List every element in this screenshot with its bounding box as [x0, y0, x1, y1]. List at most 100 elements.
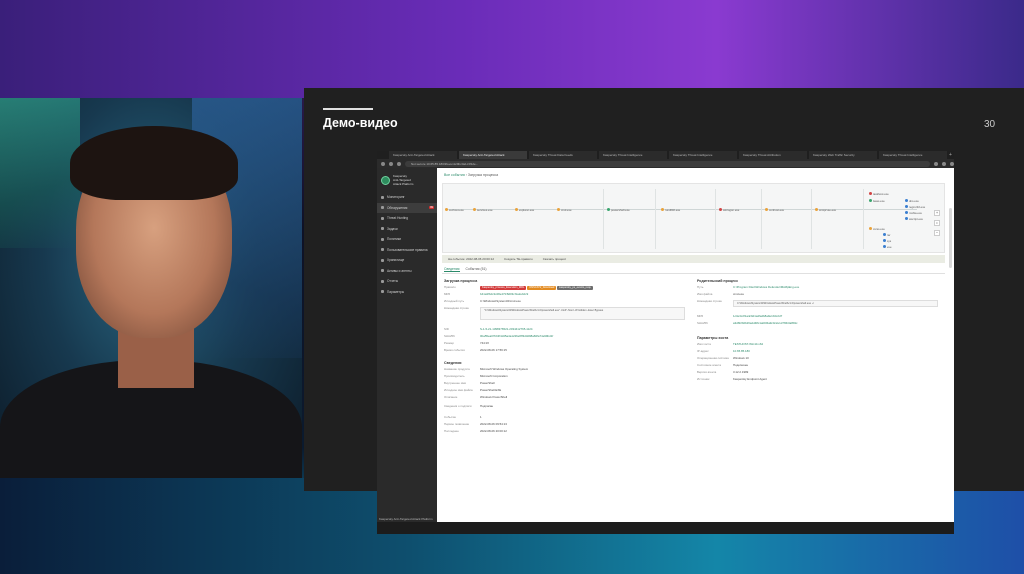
file-icon [883, 239, 886, 242]
extensions-icon[interactable] [934, 161, 938, 166]
tabs-divider [442, 273, 945, 274]
sidebar-item-tasks[interactable]: Задачи [377, 224, 437, 235]
presenter-hair [70, 126, 238, 200]
file-icon [883, 245, 886, 248]
ip-row: IP-адрес 10.65.85.180 [697, 349, 750, 353]
sidebar-item-settings[interactable]: Параметры [377, 287, 437, 298]
event-toolbar: На событие: 2022-08-06 20:00:12 Создать … [442, 255, 945, 263]
sha256-row: SHA256 0ba55ea07bb3f4d45a4a1226ef8f3d3d98… [444, 334, 554, 338]
parent-cmdline-box: C:\Windows\System32\WindowsPowerShell\v1… [733, 300, 938, 307]
tree-node[interactable]: csrss.exe [869, 226, 885, 231]
monitoring-icon [381, 195, 384, 199]
tab-details[interactable]: Сведения [444, 267, 460, 272]
download-process-button[interactable]: Скачать процесс [543, 257, 566, 261]
cmdline-row: Командная строка [444, 306, 469, 310]
reports-icon [381, 279, 384, 283]
new-tab-button[interactable]: + [949, 151, 952, 159]
storage-icon [381, 258, 384, 262]
tree-node[interactable]: services.exe [473, 207, 493, 212]
sidebar-item-monitoring[interactable]: Мониторинг [377, 192, 437, 203]
kaspersky-logo-icon [381, 175, 390, 185]
process-icon [869, 227, 872, 230]
presentation-slide: Демо-видео 30 Kaspersky Anti-Targeted At… [304, 88, 1024, 534]
tree-node[interactable]: powershell.exe [607, 207, 630, 212]
background-top-glow [0, 0, 1024, 98]
goto-event-button[interactable]: На событие: 2022-08-06 20:00:12 [448, 257, 494, 261]
sid-row: SID S-1-5-21-1398376521-2034412765-1124 [444, 327, 533, 331]
tree-node[interactable]: lsass.exe [869, 198, 885, 203]
sidebar-item-assets[interactable]: Активы и агенты [377, 266, 437, 277]
back-icon[interactable] [381, 161, 385, 166]
process-icon [473, 208, 476, 211]
breadcrumb-link[interactable]: Все события [444, 173, 465, 177]
rule-chip[interactable]: DNSCAT2_Download [527, 286, 557, 290]
browser-tab-active[interactable]: Kaspersky Anti-Targeted Attack [459, 151, 527, 159]
address-bar: Not secure 10.65.85.180/#/events/9bc0a1c… [377, 159, 954, 168]
browser-tab[interactable]: Kaspersky Threat Intelligence [599, 151, 667, 159]
slide-page-number: 30 [984, 119, 996, 130]
tree-node[interactable]: taskhost.exe [869, 191, 889, 196]
browser-tab[interactable]: Kaspersky Threat Data Feeds [529, 151, 597, 159]
sidebar-item-storage[interactable]: Хранилище [377, 255, 437, 266]
tree-divider [863, 189, 864, 249]
sidebar-item-policies[interactable]: Политики [377, 234, 437, 245]
forward-icon[interactable] [389, 161, 393, 166]
agent-version-row: Версия агента 3.12.2.1999 [697, 370, 749, 374]
tree-leaf[interactable]: regsvr32.exe [905, 204, 925, 209]
tab-events[interactable]: События (51) [466, 267, 487, 272]
tree-node[interactable]: winlogon.exe [719, 207, 739, 212]
parent-file-row: Имя файла cmd.exe [697, 292, 744, 296]
browser-tab[interactable]: Kaspersky Threat Intelligence [669, 151, 737, 159]
process-icon [607, 208, 610, 211]
app-main: Все события › Загрузка процесса svchost.… [437, 168, 954, 522]
tree-node[interactable]: cmd.exe [557, 207, 572, 212]
menu-icon[interactable] [950, 161, 954, 166]
profile-icon[interactable] [942, 161, 946, 166]
process-icon [557, 208, 560, 211]
tree-leaf[interactable]: mshta.exe [905, 210, 922, 215]
tree-node[interactable]: explorer.exe [515, 207, 534, 212]
url-input[interactable]: Not secure 10.65.85.180/#/events/9bc0a1c… [405, 160, 930, 167]
tree-leaf[interactable]: sys [883, 238, 891, 243]
tree-leaf[interactable]: exe [883, 244, 892, 249]
zoom-reset-icon[interactable]: • [934, 220, 940, 226]
tree-divider [603, 189, 604, 249]
sidebar-item-detections[interactable]: Обнаружения 99 [377, 202, 437, 213]
tree-leaf[interactable]: rar [883, 232, 890, 237]
cmdline-box: "C:\Windows\System32\WindowsPowerShell\v… [480, 307, 685, 320]
reload-icon[interactable] [397, 161, 401, 166]
rule-chip[interactable]: kaspersky_ps_events_reqs [557, 286, 593, 290]
browser-tab[interactable]: Kaspersky Threat Attribution [739, 151, 807, 159]
create-rule-button[interactable]: Создать ТЕ-правило [504, 257, 533, 261]
product-name: Kaspersky Anti-Targeted Attack Platform [393, 174, 414, 186]
slide-title: Демо-видео [323, 116, 398, 130]
page-scrollbar[interactable] [949, 208, 952, 268]
process-tree-graph[interactable]: svchost.exe services.exe explorer.exe cm… [442, 183, 945, 253]
sidebar-item-custom-rules[interactable]: Пользовательские правила [377, 245, 437, 256]
browser-tab[interactable]: Kaspersky Threat Intelligence [879, 151, 947, 159]
tree-node[interactable]: wmiprvse.exe [815, 207, 836, 212]
app-sidebar: Kaspersky Anti-Targeted Attack Platform … [377, 168, 437, 534]
parent-sha256-row: SHA256 a3d6f2b0b26a2d48c1ab9f4a9c0c2e1d7f… [697, 321, 798, 325]
tree-leaf[interactable]: wscript.exe [905, 216, 923, 221]
source-row: Источник Kaspersky Endpoint Agent [697, 377, 767, 381]
sidebar-item-reports[interactable]: Отчеты [377, 276, 437, 287]
first-seen-row: Первое появление 2022-08-06 09:54:13 [444, 422, 507, 426]
process-icon [719, 208, 722, 211]
parent-process-title: Родительский процесс [697, 279, 739, 283]
tree-node[interactable]: rundll32.exe [661, 207, 680, 212]
tree-leaf[interactable]: dns.exe [905, 198, 919, 203]
browser-tab[interactable]: Kaspersky Anti-Targeted Attack [389, 151, 457, 159]
browser-tab[interactable]: Kaspersky Web Traffic Security [809, 151, 877, 159]
tree-node[interactable]: svchost.exe [445, 207, 464, 212]
last-seen-row: Последнее 2022-08-06 20:00:12 [444, 429, 507, 433]
detections-icon [381, 206, 384, 210]
zoom-in-icon[interactable]: + [934, 210, 940, 216]
zoom-out-icon[interactable]: − [934, 230, 940, 236]
parent-md5-row: MD5 1c3e3c2f1a4c9d1a4fa2b8a9e1b3c2d7 [697, 314, 783, 318]
process-icon [515, 208, 518, 211]
tree-node[interactable]: conhost.exe [765, 207, 784, 212]
file-icon [905, 199, 908, 202]
sidebar-item-threat-hunting[interactable]: Threat Hunting [377, 213, 437, 224]
rule-chip[interactable]: Kaspersky_process_Execution_MRL [480, 286, 527, 290]
